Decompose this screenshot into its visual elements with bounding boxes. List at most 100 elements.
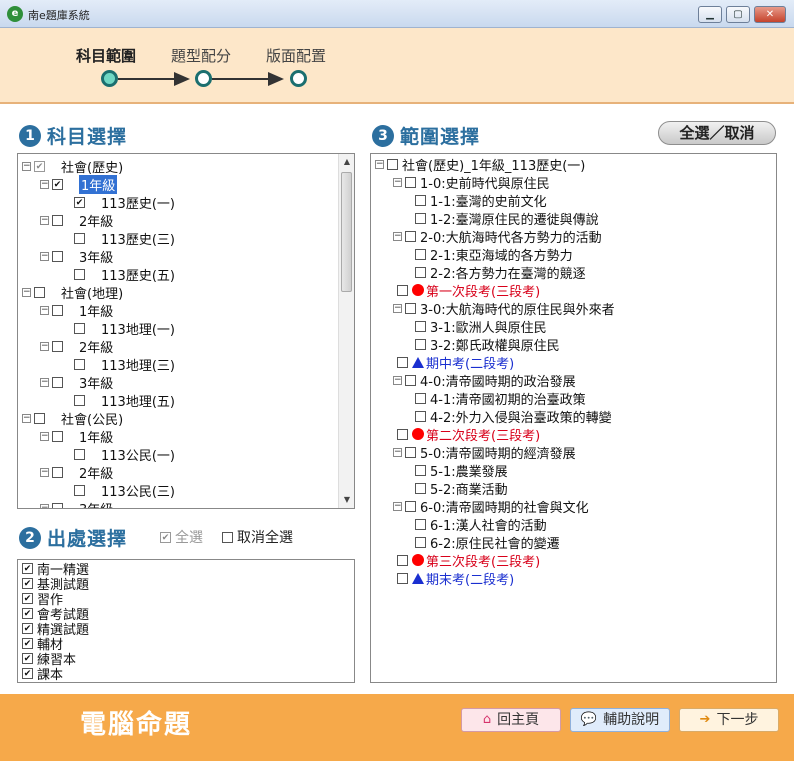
tree-row[interactable]: 113地理(一) <box>58 319 175 338</box>
tree-row[interactable]: − 社會(歷史) <box>22 157 123 176</box>
range-checkbox[interactable] <box>415 392 426 404</box>
maximize-button[interactable]: ▢ <box>726 6 750 23</box>
collapse-toggle-icon[interactable]: − <box>393 177 402 187</box>
range-checkbox[interactable] <box>397 284 408 296</box>
range-tree-row[interactable]: 期中考(二段考) <box>393 353 514 372</box>
tree-row[interactable]: − 社會(地理) <box>22 283 123 302</box>
select-all-checkbox[interactable] <box>160 531 171 543</box>
source-list-panel[interactable]: 南一精選基測試題習作會考試題精選試題輔材練習本課本 <box>17 559 355 683</box>
tree-row[interactable]: − 3年級 <box>40 247 113 266</box>
deselect-all-checkbox[interactable] <box>222 531 233 543</box>
tree-row[interactable]: 113地理(三) <box>58 355 175 374</box>
range-checkbox[interactable] <box>415 464 426 476</box>
range-tree-row[interactable]: 3-1:歐洲人與原住民 <box>411 317 547 336</box>
range-checkbox[interactable] <box>405 302 416 314</box>
range-tree-row[interactable]: 3-2:鄭氏政權與原住民 <box>411 335 560 354</box>
tree-checkbox[interactable] <box>52 250 63 262</box>
tree-row[interactable]: − 1年級 <box>40 174 118 194</box>
collapse-toggle-icon[interactable]: − <box>393 231 402 241</box>
tree-checkbox[interactable] <box>34 286 45 298</box>
scroll-up-arrow-icon[interactable]: ▲ <box>339 154 354 170</box>
tree-row[interactable]: − 1年級 <box>40 427 113 446</box>
range-checkbox[interactable] <box>397 428 408 440</box>
tree-checkbox[interactable] <box>52 340 63 352</box>
minimize-button[interactable]: ▁ <box>698 6 722 23</box>
source-checkbox[interactable] <box>22 608 33 619</box>
source-checkbox[interactable] <box>22 653 33 664</box>
range-tree-row[interactable]: − 5-0:清帝國時期的經濟發展 <box>393 443 576 462</box>
range-checkbox[interactable] <box>387 158 398 170</box>
source-checkbox[interactable] <box>22 638 33 649</box>
tree-row[interactable]: − 社會(公民) <box>22 409 123 428</box>
range-checkbox[interactable] <box>415 248 426 260</box>
tree-row[interactable]: 113歷史(三) <box>58 229 175 248</box>
tree-checkbox[interactable] <box>74 358 85 370</box>
collapse-toggle-icon[interactable]: − <box>22 161 31 171</box>
tree-row[interactable]: 113歷史(五) <box>58 265 175 284</box>
tree-checkbox[interactable] <box>52 466 63 478</box>
tree-checkbox[interactable] <box>74 196 85 208</box>
collapse-toggle-icon[interactable]: − <box>40 431 49 441</box>
subject-tree-panel[interactable]: ▲ ▼ −社會(歷史)−1年級113歷史(一)−2年級113歷史(三)−3年級1… <box>17 153 355 509</box>
step-dot-2[interactable] <box>195 70 212 87</box>
range-tree-row[interactable]: − 2-0:大航海時代各方勢力的活動 <box>393 227 602 246</box>
range-tree-row[interactable]: − 3-0:大航海時代的原住民與外來者 <box>393 299 615 318</box>
collapse-toggle-icon[interactable]: − <box>40 503 49 508</box>
source-deselect-all[interactable]: 取消全選 <box>222 527 293 547</box>
tree-row[interactable]: − 3年級 <box>40 373 113 392</box>
tree-checkbox[interactable] <box>52 376 63 388</box>
range-tree-row[interactable]: − 社會(歷史)_1年級_113歷史(一) <box>375 155 585 174</box>
collapse-toggle-icon[interactable]: − <box>393 303 402 313</box>
home-button[interactable]: ⌂ 回主頁 <box>461 708 561 732</box>
range-checkbox[interactable] <box>415 266 426 278</box>
range-tree-row[interactable]: 第三次段考(三段考) <box>393 551 540 570</box>
step-label-layout[interactable]: 版面配置 <box>266 45 326 66</box>
range-checkbox[interactable] <box>405 230 416 242</box>
range-checkbox[interactable] <box>415 320 426 332</box>
collapse-toggle-icon[interactable]: − <box>40 251 49 261</box>
range-tree-row[interactable]: 6-1:漢人社會的活動 <box>411 515 547 534</box>
range-checkbox[interactable] <box>405 446 416 458</box>
tree-checkbox[interactable] <box>52 214 63 226</box>
source-checkbox[interactable] <box>22 593 33 604</box>
tree-checkbox[interactable] <box>52 304 63 316</box>
collapse-toggle-icon[interactable]: − <box>393 375 402 385</box>
subject-tree-scrollbar[interactable]: ▲ ▼ <box>338 154 354 508</box>
range-checkbox[interactable] <box>405 176 416 188</box>
range-checkbox[interactable] <box>415 536 426 548</box>
collapse-toggle-icon[interactable]: − <box>393 447 402 457</box>
step-dot-1[interactable] <box>101 70 118 87</box>
range-tree-row[interactable]: 2-1:東亞海域的各方勢力 <box>411 245 573 264</box>
tree-checkbox[interactable] <box>34 160 45 172</box>
range-checkbox[interactable] <box>397 572 408 584</box>
range-checkbox[interactable] <box>405 500 416 512</box>
help-button[interactable]: 💬 輔助說明 <box>570 708 670 732</box>
tree-checkbox[interactable] <box>52 502 63 508</box>
scroll-down-arrow-icon[interactable]: ▼ <box>339 492 354 508</box>
range-tree-row[interactable]: − 1-0:史前時代與原住民 <box>393 173 550 192</box>
tree-row[interactable]: − 2年級 <box>40 463 113 482</box>
tree-checkbox[interactable] <box>74 232 85 244</box>
range-tree-row[interactable]: 期末考(二段考) <box>393 569 514 588</box>
range-checkbox[interactable] <box>397 554 408 566</box>
range-tree-panel[interactable]: − 社會(歷史)_1年級_113歷史(一) −1-0:史前時代與原住民 1-1:臺灣的… <box>370 153 777 683</box>
collapse-toggle-icon[interactable]: − <box>393 501 402 511</box>
tree-checkbox[interactable] <box>74 484 85 496</box>
tree-checkbox[interactable] <box>34 412 45 424</box>
tree-row[interactable]: − 2年級 <box>40 337 113 356</box>
tree-row[interactable]: 113地理(五) <box>58 391 175 410</box>
tree-row[interactable]: 113公民(一) <box>58 445 175 464</box>
next-step-button[interactable]: ➔ 下一步 <box>679 708 779 732</box>
range-checkbox[interactable] <box>415 518 426 530</box>
tree-checkbox[interactable] <box>74 322 85 334</box>
source-select-all[interactable]: 全選 <box>160 527 203 547</box>
range-checkbox[interactable] <box>415 194 426 206</box>
collapse-toggle-icon[interactable]: − <box>40 341 49 351</box>
step-dot-3[interactable] <box>290 70 307 87</box>
range-checkbox[interactable] <box>415 338 426 350</box>
source-checkbox[interactable] <box>22 623 33 634</box>
range-checkbox[interactable] <box>405 374 416 386</box>
tree-row[interactable]: 113公民(三) <box>58 481 175 500</box>
tree-checkbox[interactable] <box>52 430 63 442</box>
source-checkbox[interactable] <box>22 578 33 589</box>
